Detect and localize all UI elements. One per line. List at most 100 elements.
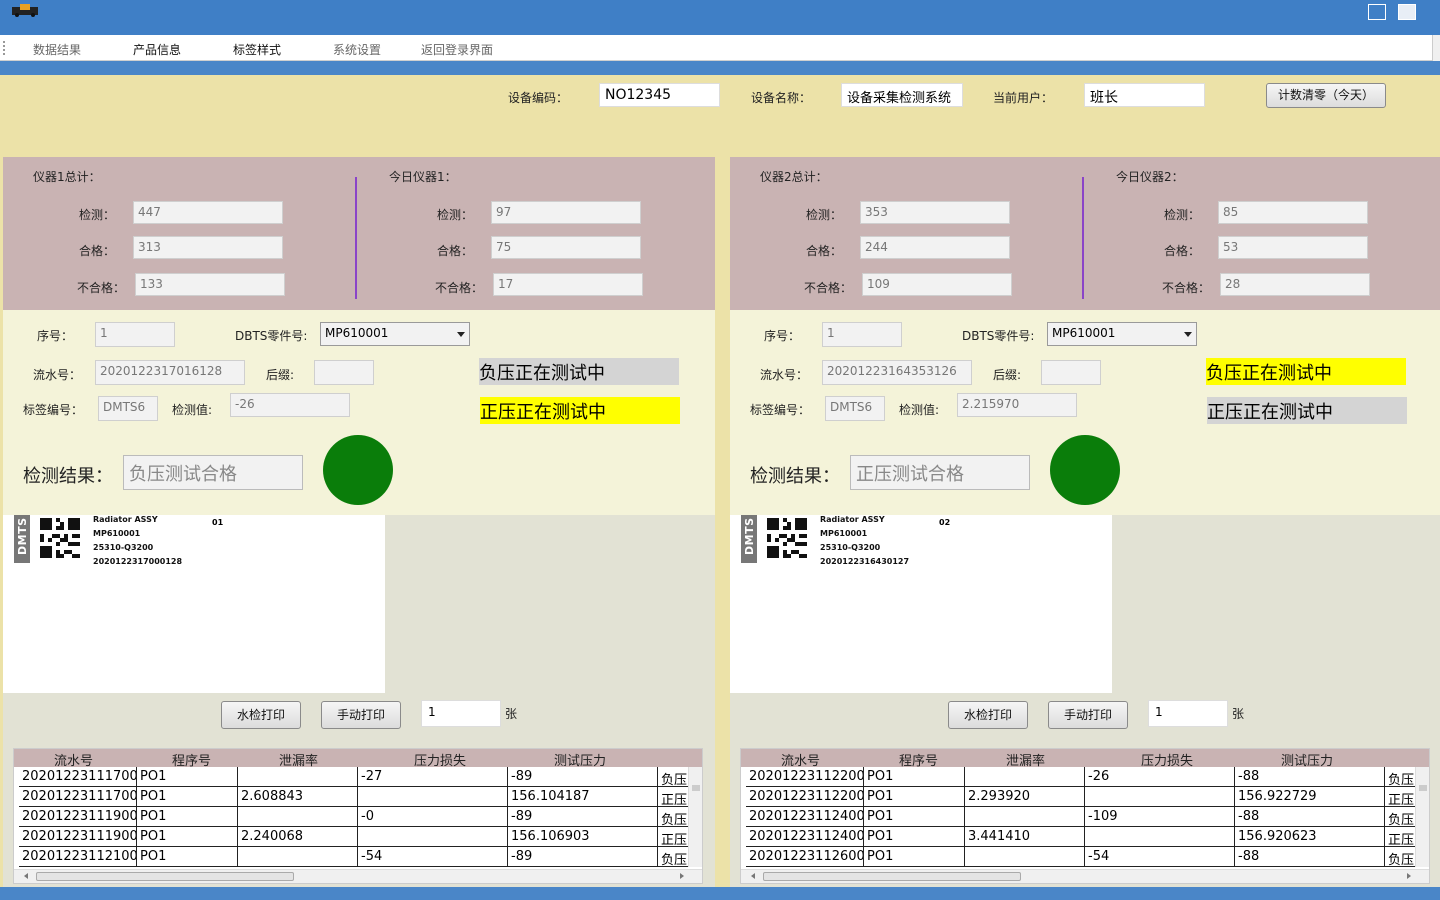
today-detect-field[interactable]: 85 [1218, 201, 1368, 224]
water-print-button[interactable]: 水检打印 [948, 701, 1028, 729]
label-preview: DMTS Radiator ASSY MP610001 25310-Q3200 … [3, 515, 385, 693]
tag-number-field[interactable]: DMTS6 [825, 396, 885, 421]
device-name-field[interactable]: 设备采集检测系统 [841, 83, 963, 107]
suffix-field[interactable] [1041, 360, 1101, 385]
print-count-input[interactable]: 1 [1148, 700, 1228, 727]
water-print-button[interactable]: 水检打印 [221, 701, 301, 729]
table-cell: PO1 [137, 767, 238, 787]
total-fail-field[interactable]: 133 [135, 273, 285, 296]
maximize-button[interactable] [1368, 4, 1386, 20]
today-pass-field[interactable]: 75 [491, 236, 641, 259]
table-row[interactable]: 202012231117000 PO1 2.608843 156.104187 正压 [19, 787, 689, 807]
scroll-thumb[interactable] [692, 785, 700, 791]
today-fail-field[interactable]: 17 [493, 273, 643, 296]
toolbar-grip[interactable] [3, 41, 5, 55]
reset-count-button[interactable]: 计数清零（今天） [1266, 83, 1386, 108]
table-row[interactable]: 202012231122000 PO1 2.293920 156.922729 正压 [746, 787, 1416, 807]
table-row[interactable]: 202012231126000 PO1 -54 -88 负压 [746, 847, 1416, 867]
menu-label-style[interactable]: 标签样式 [233, 41, 281, 58]
today-fail-field[interactable]: 28 [1220, 273, 1370, 296]
result-field[interactable]: 正压测试合格 [850, 455, 1030, 490]
vertical-scrollbar[interactable] [1415, 767, 1429, 867]
table-cell: PO1 [137, 827, 238, 847]
today-detect-label: 检测： [437, 208, 474, 222]
current-user-field[interactable]: 班长 [1084, 83, 1205, 107]
print-unit-label: 张 [1232, 707, 1245, 721]
scroll-thumb[interactable] [1419, 785, 1427, 791]
serial-field[interactable]: 20201223164353126 [822, 360, 972, 385]
card-line-1: Radiator ASSY [820, 515, 885, 524]
print-count-input[interactable]: 1 [421, 700, 501, 727]
serial-field[interactable]: 2020122317016128 [95, 360, 245, 385]
print-unit-label: 张 [505, 707, 518, 721]
menu-product-info[interactable]: 产品信息 [133, 41, 181, 58]
today-pass-field[interactable]: 53 [1218, 236, 1368, 259]
today-title: 今日仪器2： [1116, 170, 1184, 184]
menu-data-results[interactable]: 数据结果 [33, 41, 81, 58]
menu-system-settings[interactable]: 系统设置 [333, 41, 381, 58]
suffix-label: 后缀: [993, 368, 1022, 382]
table-cell: PO1 [864, 807, 965, 827]
manual-print-button[interactable]: 手动打印 [321, 701, 401, 729]
scroll-thumb[interactable] [36, 872, 294, 881]
table-cell: -89 [508, 767, 658, 787]
table-cell: PO1 [864, 787, 965, 807]
brand-text: DMTS [16, 517, 29, 555]
part-number-select[interactable]: MP610001 [1047, 322, 1197, 346]
total-detect-field[interactable]: 353 [860, 201, 1010, 224]
table-row[interactable]: 202012231119000 PO1 2.240068 156.106903 正压 [19, 827, 689, 847]
horizontal-scrollbar[interactable] [14, 869, 702, 883]
today-detect-field[interactable]: 97 [491, 201, 641, 224]
table-cell: 202012231122000 [746, 767, 864, 787]
menu-scrollbar[interactable] [1432, 35, 1440, 61]
total-detect-field[interactable]: 447 [133, 201, 283, 224]
table-cell: 202012231124000 [746, 827, 864, 847]
device-code-field[interactable]: NO12345 [599, 83, 720, 107]
table-row[interactable]: 202012231117000 PO1 -27 -89 负压 [19, 767, 689, 787]
table-row[interactable]: 202012231121000 PO1 -54 -89 负压 [19, 847, 689, 867]
suffix-field[interactable] [314, 360, 374, 385]
qr-code-icon [767, 518, 807, 558]
vertical-scrollbar[interactable] [688, 767, 702, 867]
table-row[interactable]: 202012231119000 PO1 -0 -89 负压 [19, 807, 689, 827]
table-cell [1085, 787, 1235, 807]
table-cell: 202012231117000 [19, 767, 137, 787]
serial-label: 流水号： [760, 368, 809, 382]
part-number-select[interactable]: MP610001 [320, 322, 470, 346]
scroll-right-icon[interactable] [680, 873, 684, 879]
total-pass-field[interactable]: 244 [860, 236, 1010, 259]
scroll-right-icon[interactable] [1407, 873, 1411, 879]
scroll-thumb[interactable] [763, 872, 1021, 881]
manual-print-button[interactable]: 手动打印 [1048, 701, 1128, 729]
table-row[interactable]: 202012231124000 PO1 3.441410 156.920623 正压 [746, 827, 1416, 847]
table-cell: -54 [1085, 847, 1235, 867]
instrument-2-form: 序号： 1 DBTS零件号: MP610001 流水号： 20201223164… [730, 310, 1440, 515]
table-cell: PO1 [137, 807, 238, 827]
scroll-left-icon[interactable] [24, 873, 28, 879]
scroll-left-icon[interactable] [751, 873, 755, 879]
table-cell: 156.106903 [508, 827, 658, 847]
test-value-field[interactable]: 2.215970 [957, 393, 1077, 417]
tag-number-label: 标签编号： [750, 403, 811, 417]
seq-field[interactable]: 1 [95, 322, 175, 347]
test-value-label: 检测值: [899, 403, 940, 417]
table-cell [965, 847, 1085, 867]
menu-back-to-login[interactable]: 返回登录界面 [421, 41, 493, 58]
horizontal-scrollbar[interactable] [741, 869, 1429, 883]
suffix-label: 后缀: [266, 368, 295, 382]
total-fail-field[interactable]: 109 [862, 273, 1012, 296]
close-button[interactable] [1398, 4, 1416, 20]
results-grid[interactable]: 流水号 程序号 泄漏率 压力损失 测试压力 202012231117000 PO1 -27 -8… [13, 748, 703, 884]
result-field[interactable]: 负压测试合格 [123, 455, 303, 490]
table-row[interactable]: 202012231124000 PO1 -109 -88 负压 [746, 807, 1416, 827]
brand-strip: DMTS [14, 515, 30, 563]
table-row[interactable]: 202012231122000 PO1 -26 -88 负压 [746, 767, 1416, 787]
tag-number-field[interactable]: DMTS6 [98, 396, 158, 421]
results-grid[interactable]: 流水号 程序号 泄漏率 压力损失 测试压力 202012231122000 PO1 -26 -8… [740, 748, 1430, 884]
test-value-field[interactable]: -26 [230, 393, 350, 417]
total-pass-field[interactable]: 313 [133, 236, 283, 259]
seq-field[interactable]: 1 [822, 322, 902, 347]
instrument-1-form: 序号： 1 DBTS零件号: MP610001 流水号： 20201223170… [3, 310, 715, 515]
card-line-3: 25310-Q3200 [93, 543, 154, 552]
instrument-2-stats: 仪器2总计： 检测： 353 合格： 244 不合格： 109 今日仪器2： 检… [730, 157, 1440, 310]
